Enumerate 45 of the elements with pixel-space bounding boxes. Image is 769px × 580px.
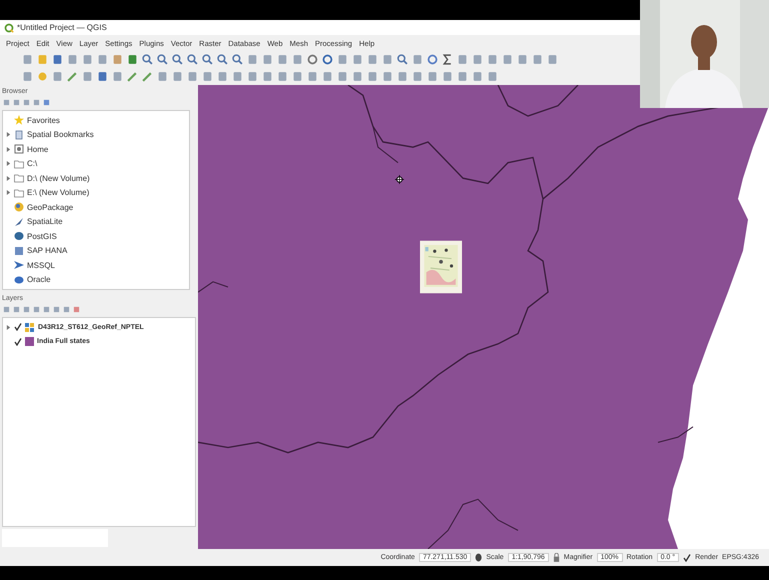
browser-item[interactable]: C:\ [3, 156, 189, 171]
star-icon [14, 115, 24, 126]
zoom-icon[interactable] [157, 54, 168, 65]
browser-item[interactable]: GeoPackage [3, 200, 189, 214]
crosshair-cursor-icon [395, 175, 404, 184]
bookmark-icon [14, 130, 24, 140]
zoom-icon[interactable] [142, 54, 153, 65]
zoom-icon[interactable] [232, 54, 243, 65]
expand-arrow-icon[interactable] [6, 176, 11, 181]
oval-icon [14, 274, 24, 285]
feather-icon [14, 216, 24, 227]
browser-item[interactable]: SAP HANA [3, 244, 189, 258]
expand-arrow-icon[interactable] [6, 161, 11, 166]
browser-item[interactable]: MSSQL [3, 258, 189, 272]
browser-item[interactable]: Favorites [3, 113, 189, 128]
qgis-logo-icon [4, 22, 14, 32]
expand-arrow-icon[interactable] [6, 190, 11, 196]
browser-item[interactable]: Home [3, 142, 189, 156]
home-icon [14, 144, 24, 154]
browser-item[interactable]: SpatiaLite [3, 214, 189, 229]
layer-checkbox[interactable] [14, 323, 22, 332]
zoom-icon[interactable] [217, 54, 228, 65]
zoom-icon[interactable] [202, 54, 213, 65]
lock-icon[interactable] [552, 553, 560, 562]
browser-item[interactable]: E:\ (New Volume) [3, 186, 189, 200]
layer-checkbox[interactable] [14, 338, 22, 346]
expand-arrow-icon[interactable] [6, 132, 11, 138]
zoom-icon[interactable] [187, 54, 198, 65]
browser-item[interactable]: Spatial Bookmarks [3, 128, 189, 142]
expand-arrow-icon[interactable] [6, 324, 11, 330]
expand-arrow-icon[interactable] [6, 146, 11, 152]
browser-item[interactable]: Oracle [3, 272, 189, 287]
map-drawing[interactable] [198, 85, 769, 549]
pencil-icon[interactable] [127, 71, 138, 82]
arrow-icon [14, 260, 24, 270]
render-checkbox[interactable] [683, 554, 692, 562]
window-title: *Untitled Project — QGIS [17, 23, 107, 32]
pencil-icon[interactable] [67, 71, 78, 82]
browser-item[interactable]: PostGIS [3, 229, 189, 244]
zoom-icon[interactable] [172, 54, 183, 65]
zoom-icon[interactable] [397, 54, 408, 65]
pencil-icon[interactable] [142, 71, 153, 82]
browser-item[interactable]: D:\ (New Volume) [3, 171, 189, 186]
sigma-icon[interactable] [442, 54, 453, 65]
raster-icon [25, 322, 35, 332]
